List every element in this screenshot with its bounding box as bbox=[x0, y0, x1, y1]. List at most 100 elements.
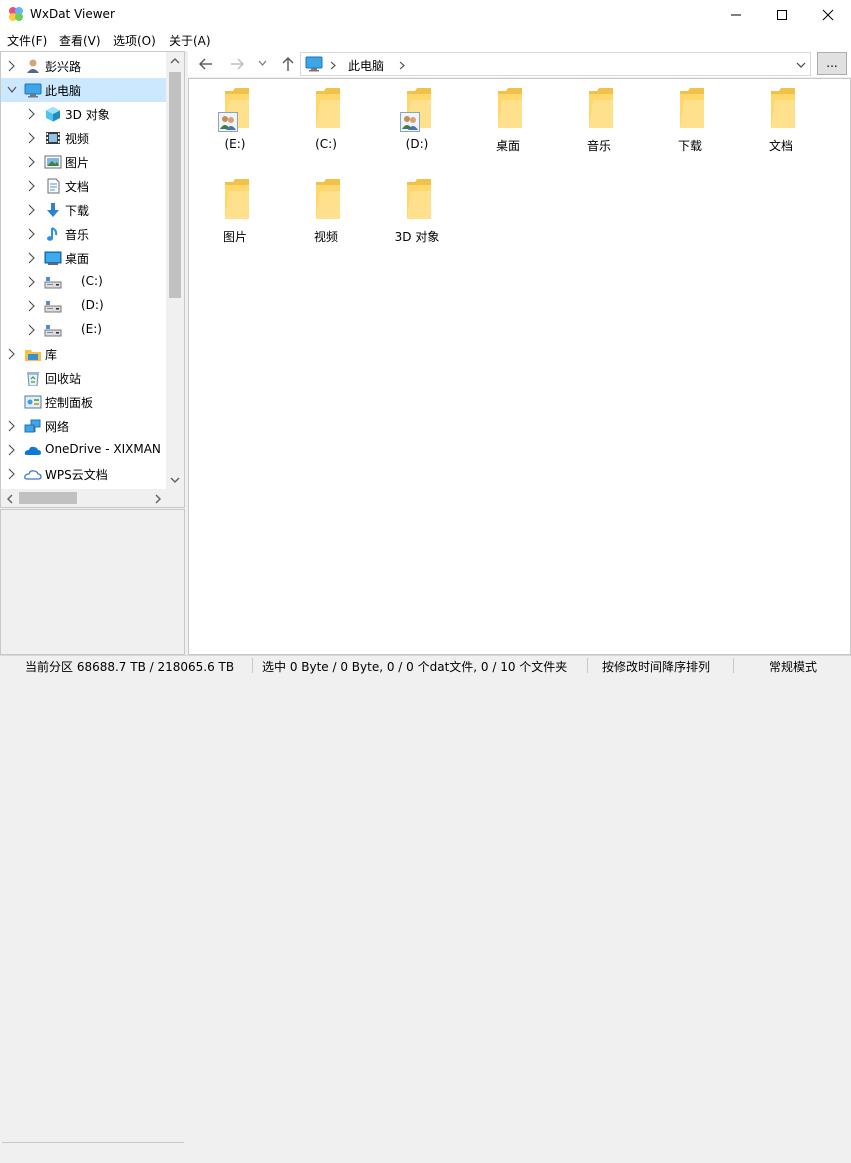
scroll-left-icon[interactable] bbox=[6, 494, 14, 504]
tree-item[interactable]: 音乐 bbox=[1, 222, 167, 246]
tree-item[interactable]: 文档 bbox=[1, 174, 167, 198]
folder-view[interactable]: (E:) (C:) (D:) 桌面 音乐 下载 文档图片 视频 3D 对象 bbox=[188, 78, 851, 655]
tree-item[interactable]: 控制面板 bbox=[1, 390, 167, 414]
drive-icon bbox=[44, 277, 62, 289]
control-panel-icon bbox=[24, 395, 42, 409]
tree-item[interactable]: 此电脑 bbox=[1, 78, 167, 102]
tree-item-label: 文档 bbox=[65, 180, 90, 194]
tree-item-label: (C:) bbox=[81, 274, 103, 288]
folder-item[interactable]: 图片 bbox=[196, 171, 274, 251]
tree-item[interactable]: 回收站 bbox=[1, 366, 167, 390]
chevron-right-icon[interactable] bbox=[27, 252, 37, 264]
folder-item-label: 图片 bbox=[222, 230, 247, 244]
chevron-right-icon[interactable] bbox=[7, 348, 17, 360]
chevron-down-icon[interactable] bbox=[7, 84, 17, 96]
chevron-right-icon[interactable] bbox=[27, 324, 37, 336]
close-icon bbox=[822, 9, 834, 20]
maximize-button[interactable] bbox=[759, 0, 805, 29]
address-dropdown-icon[interactable] bbox=[796, 62, 806, 69]
folder-item[interactable]: (D:) bbox=[378, 80, 456, 160]
folder-icon bbox=[316, 88, 340, 128]
menu-view[interactable]: 查看(V) bbox=[59, 32, 101, 49]
tree-item-label: 网络 bbox=[45, 420, 70, 434]
chevron-right-icon[interactable] bbox=[27, 300, 37, 312]
tree-item[interactable]: (D:) bbox=[1, 294, 167, 318]
status-sort: 按修改时间降序排列 bbox=[602, 660, 711, 674]
breadcrumb-this-pc[interactable]: 此电脑 bbox=[348, 57, 384, 74]
tree-item[interactable]: 3D 对象 bbox=[1, 102, 167, 126]
folder-item-label: 3D 对象 bbox=[394, 230, 440, 244]
tree-item[interactable]: WPS云文档 bbox=[1, 462, 167, 486]
recycle-bin-icon bbox=[27, 372, 39, 386]
scroll-up-icon[interactable] bbox=[170, 57, 180, 65]
tree-item[interactable]: 图片 bbox=[1, 150, 167, 174]
history-dropdown-icon[interactable] bbox=[258, 60, 267, 67]
tree-item[interactable]: OneDrive - XIXMAN bbox=[1, 438, 167, 462]
scroll-down-icon[interactable] bbox=[170, 476, 180, 484]
chevron-right-icon[interactable] bbox=[7, 468, 17, 480]
scroll-right-icon[interactable] bbox=[154, 494, 162, 504]
tree-item-label: 下载 bbox=[65, 204, 90, 218]
tree-item-label: 桌面 bbox=[65, 252, 90, 266]
folder-item[interactable]: 桌面 bbox=[469, 80, 547, 160]
chevron-right-icon[interactable] bbox=[27, 276, 37, 288]
chevron-right-icon[interactable] bbox=[27, 204, 37, 216]
menu-about[interactable]: 关于(A) bbox=[169, 32, 211, 49]
folder-item[interactable]: (E:) bbox=[196, 80, 274, 160]
tree-item[interactable]: 桌面 bbox=[1, 246, 167, 270]
minimize-button[interactable] bbox=[713, 0, 759, 29]
folder-item[interactable]: 音乐 bbox=[560, 80, 638, 160]
folder-graphic bbox=[315, 179, 341, 224]
folder-item[interactable]: 视频 bbox=[287, 171, 365, 251]
computer-icon bbox=[305, 56, 323, 72]
chevron-right-icon[interactable] bbox=[27, 108, 37, 120]
folder-graphic bbox=[497, 88, 523, 133]
folder-icon bbox=[680, 88, 704, 128]
more-options-button[interactable]: ... bbox=[817, 52, 847, 75]
chevron-right-icon[interactable] bbox=[27, 180, 37, 192]
music-icon bbox=[47, 227, 58, 241]
app-logo-icon bbox=[9, 7, 23, 21]
breadcrumb-chevron-icon bbox=[330, 61, 336, 70]
tree-item-label: 图片 bbox=[65, 156, 90, 170]
chevron-right-icon[interactable] bbox=[27, 156, 37, 168]
up-arrow-icon[interactable] bbox=[281, 56, 295, 72]
tree-item[interactable]: 库 bbox=[1, 342, 167, 366]
tree-item-label: 3D 对象 bbox=[65, 108, 110, 122]
folder-item[interactable]: (C:) bbox=[287, 80, 365, 160]
back-arrow-icon[interactable] bbox=[198, 57, 214, 71]
folder-item[interactable]: 下载 bbox=[651, 80, 729, 160]
menu-file[interactable]: 文件(F) bbox=[7, 32, 47, 49]
lower-left-strip bbox=[2, 1142, 184, 1163]
tree-item-label: 视频 bbox=[65, 132, 90, 146]
tree-item[interactable]: (C:) bbox=[1, 270, 167, 294]
chevron-right-icon[interactable] bbox=[7, 444, 17, 456]
tree-item[interactable]: 下载 bbox=[1, 198, 167, 222]
forward-arrow-icon[interactable] bbox=[229, 57, 245, 71]
tree-item-label: WPS云文档 bbox=[45, 468, 108, 482]
menu-options[interactable]: 选项(O) bbox=[113, 32, 156, 49]
chevron-right-icon[interactable] bbox=[7, 420, 17, 432]
tree-item[interactable]: 视频 bbox=[1, 126, 167, 150]
status-partition: 当前分区 68688.7 TB / 218065.6 TB bbox=[25, 660, 235, 674]
tree-horizontal-scroll-thumb[interactable] bbox=[19, 492, 77, 504]
folder-item-label: 下载 bbox=[677, 139, 702, 153]
folder-item[interactable]: 文档 bbox=[742, 80, 820, 160]
tree-item[interactable]: 网络 bbox=[1, 414, 167, 438]
chevron-right-icon[interactable] bbox=[27, 132, 37, 144]
tree-vertical-scroll-thumb[interactable] bbox=[169, 72, 181, 298]
folder-item[interactable]: 3D 对象 bbox=[378, 171, 456, 251]
tree-item[interactable]: (E:) bbox=[1, 318, 167, 342]
shared-users-icon bbox=[218, 112, 238, 132]
tree-item-label: 彭兴路 bbox=[45, 60, 82, 74]
chevron-right-icon[interactable] bbox=[7, 60, 17, 72]
tree-item[interactable]: 彭兴路 bbox=[1, 54, 167, 78]
chevron-right-icon[interactable] bbox=[27, 228, 37, 240]
close-button[interactable] bbox=[805, 0, 851, 29]
address-bar[interactable]: 此电脑 bbox=[300, 52, 811, 76]
status-mode: 常规模式 bbox=[769, 660, 818, 674]
breadcrumb-chevron-icon[interactable] bbox=[399, 61, 405, 70]
tree-item-label: 回收站 bbox=[45, 372, 82, 386]
folder-icon bbox=[316, 179, 340, 219]
folder-tree[interactable]: 彭兴路此电脑 3D 对象视频图片文档下载音乐桌面 (C:) (D:) (E:) 库回收站控… bbox=[0, 51, 185, 508]
